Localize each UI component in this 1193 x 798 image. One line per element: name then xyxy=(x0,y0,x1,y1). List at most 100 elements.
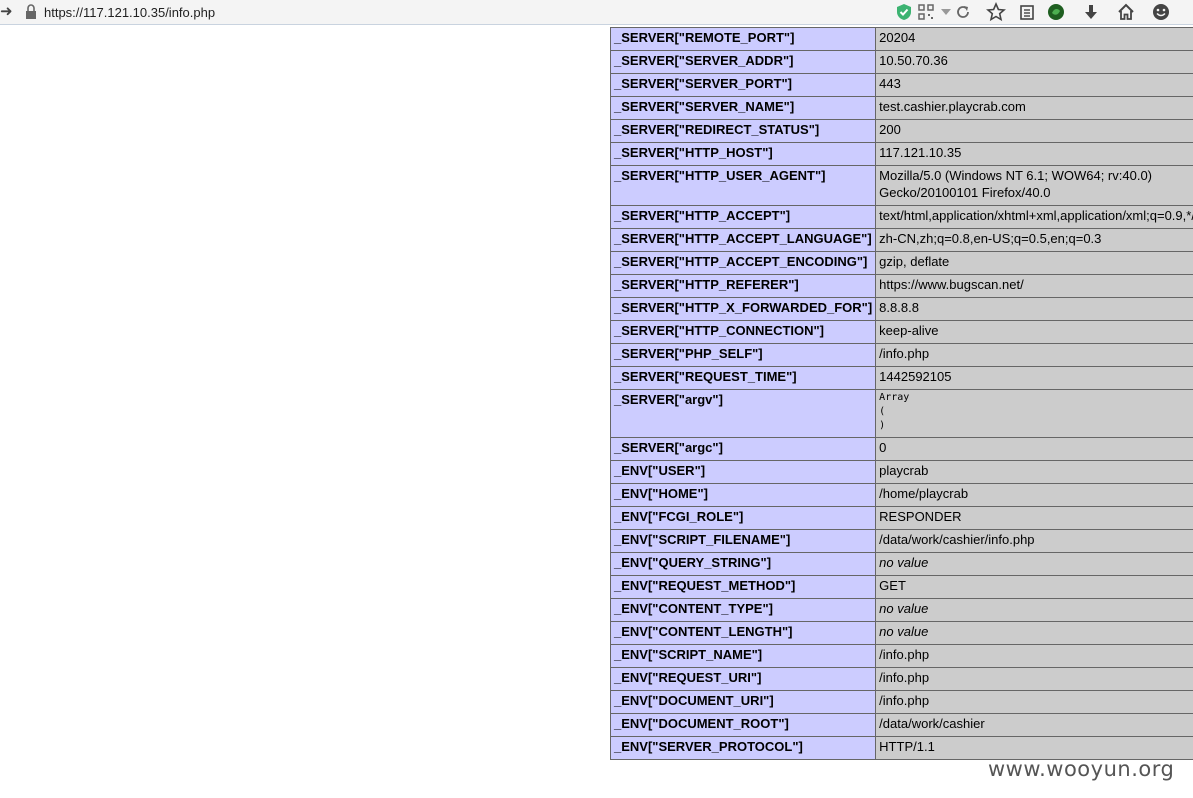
lock-icon xyxy=(26,4,36,19)
variable-value-cell: no value xyxy=(875,621,1193,645)
variable-name-cell: _SERVER["SERVER_PORT"] xyxy=(609,73,877,97)
table-body: _SERVER["REMOTE_PORT"] 20204 _SERVER["SERV… xyxy=(609,27,1193,760)
table-row: _ENV["DOCUMENT_URI"]/info.php xyxy=(609,690,1193,714)
table-row: _SERVER["SERVER_NAME"] test.cashier.playc… xyxy=(609,96,1193,120)
table-row: _ENV["FCGI_ROLE"] RESPONDER xyxy=(609,506,1193,530)
variable-name-cell: _ENV["HOME"] xyxy=(609,483,877,507)
variable-value-cell: playcrab xyxy=(875,460,1193,484)
back-icon[interactable]: ➜ xyxy=(0,3,13,21)
variable-name-cell: _SERVER["HTTP_X_FORWARDED_FOR"] xyxy=(609,297,877,321)
variable-name-cell: _ENV["DOCUMENT_URI"] xyxy=(609,690,877,714)
table-row: _SERVER["HTTP_ACCEPT_LANGUAGE"] zh-CN,zh;… xyxy=(609,228,1193,252)
green-addon-icon[interactable] xyxy=(1046,2,1066,22)
bookmark-star-icon[interactable] xyxy=(986,2,1006,22)
table-row: _SERVER["PHP_SELF"]/info.php xyxy=(609,343,1193,367)
table-row: _SERVER["REMOTE_PORT"] 20204 xyxy=(609,27,1193,51)
address-bar[interactable]: https://117.121.10.35/info.php xyxy=(44,5,215,20)
variable-value-cell: test.cashier.playcrab.com xyxy=(875,96,1193,120)
variable-value-cell: https://www.bugscan.net/ xyxy=(875,274,1193,298)
variable-value-cell: RESPONDER xyxy=(875,506,1193,530)
table-row: _ENV["USER"] playcrab xyxy=(609,460,1193,484)
variable-value-cell: /info.php xyxy=(875,690,1193,714)
variable-value-cell: /data/work/cashier xyxy=(875,713,1193,737)
variable-name-cell: _SERVER["SERVER_ADDR"] xyxy=(609,50,877,74)
variable-value-cell: text/html,application/xhtml+xml,applicat… xyxy=(875,205,1193,229)
variable-name-cell: _SERVER["HTTP_ACCEPT"] xyxy=(609,205,877,229)
table-row: _SERVER["SERVER_PORT"] 443 xyxy=(609,73,1193,97)
variable-value-cell: zh-CN,zh;q=0.8,en-US;q=0.5,en;q=0.3 xyxy=(875,228,1193,252)
phpinfo-variables-table: _SERVER["REMOTE_PORT"] 20204 _SERVER["SERV… xyxy=(609,27,1193,760)
variable-value-cell: keep-alive xyxy=(875,320,1193,344)
table-row: _ENV["QUERY_STRING"] no value xyxy=(609,552,1193,576)
variable-name-cell: _ENV["DOCUMENT_ROOT"] xyxy=(609,713,877,737)
variable-name-cell: _ENV["SCRIPT_NAME"] xyxy=(609,644,877,668)
variable-value-cell: gzip, deflate xyxy=(875,251,1193,275)
variable-value-cell: 117.121.10.35 xyxy=(875,142,1193,166)
variable-name-cell: _ENV["CONTENT_LENGTH"] xyxy=(609,621,877,645)
variable-value-cell: 10.50.70.36 xyxy=(875,50,1193,74)
variable-name-cell: _SERVER["argv"] xyxy=(609,389,877,438)
variable-name-cell: _SERVER["SERVER_NAME"] xyxy=(609,96,877,120)
variable-value-cell: /info.php xyxy=(875,343,1193,367)
variable-value-cell: GET xyxy=(875,575,1193,599)
reading-list-icon[interactable] xyxy=(1017,2,1037,22)
browser-toolbar: ➜ https://117.121.10.35/info.php xyxy=(0,0,1193,25)
table-row: _SERVER["HTTP_REFERER"] https://www.bugsc… xyxy=(609,274,1193,298)
variable-value-cell: no value xyxy=(875,598,1193,622)
table-row: _ENV["SCRIPT_NAME"]/info.php xyxy=(609,644,1193,668)
smiley-icon[interactable] xyxy=(1151,2,1171,22)
download-icon[interactable] xyxy=(1081,2,1101,22)
variable-name-cell: _SERVER["REQUEST_TIME"] xyxy=(609,366,877,390)
variable-value-cell: /info.php xyxy=(875,644,1193,668)
variable-name-cell: _SERVER["REMOTE_PORT"] xyxy=(609,27,877,51)
watermark: www.wooyun.org xyxy=(988,757,1175,781)
variable-name-cell: _ENV["SCRIPT_FILENAME"] xyxy=(609,529,877,553)
variable-value-cell: 1442592105 xyxy=(875,366,1193,390)
variable-name-cell: _SERVER["HTTP_REFERER"] xyxy=(609,274,877,298)
variable-value-cell: Mozilla/5.0 (Windows NT 6.1; WOW64; rv:4… xyxy=(875,165,1193,206)
variable-name-cell: _ENV["REQUEST_URI"] xyxy=(609,667,877,691)
home-icon[interactable] xyxy=(1116,2,1136,22)
variable-name-cell: _ENV["CONTENT_TYPE"] xyxy=(609,598,877,622)
table-row: _ENV["DOCUMENT_ROOT"]/data/work/cashier xyxy=(609,713,1193,737)
table-row: _ENV["SCRIPT_FILENAME"]/data/work/cashie… xyxy=(609,529,1193,553)
variable-name-cell: _ENV["FCGI_ROLE"] xyxy=(609,506,877,530)
table-row: _SERVER["REDIRECT_STATUS"] 200 xyxy=(609,119,1193,143)
table-row: _SERVER["SERVER_ADDR"] 10.50.70.36 xyxy=(609,50,1193,74)
variable-name-cell: _ENV["REQUEST_METHOD"] xyxy=(609,575,877,599)
shield-icon[interactable] xyxy=(894,2,914,22)
variable-name-cell: _ENV["QUERY_STRING"] xyxy=(609,552,877,576)
table-row: _SERVER["HTTP_USER_AGENT"] Mozilla/5.0 (W… xyxy=(609,165,1193,206)
table-row: _ENV["HOME"]/home/playcrab xyxy=(609,483,1193,507)
table-row: _SERVER["argc"] 0 xyxy=(609,437,1193,461)
reload-icon[interactable] xyxy=(953,2,973,22)
variable-value-cell: 8.8.8.8 xyxy=(875,297,1193,321)
variable-value-cell: /info.php xyxy=(875,667,1193,691)
variable-value-cell: /data/work/cashier/info.php xyxy=(875,529,1193,553)
variable-name-cell: _SERVER["REDIRECT_STATUS"] xyxy=(609,119,877,143)
table-row: _ENV["REQUEST_METHOD"] GET xyxy=(609,575,1193,599)
table-row: _SERVER["HTTP_CONNECTION"] keep-alive xyxy=(609,320,1193,344)
variable-name-cell: _SERVER["HTTP_HOST"] xyxy=(609,142,877,166)
table-row: _SERVER["HTTP_X_FORWARDED_FOR"] 8.8.8.8 xyxy=(609,297,1193,321)
variable-name-cell: _ENV["USER"] xyxy=(609,460,877,484)
qr-code-icon[interactable] xyxy=(916,2,936,22)
variable-value-cell: 0 xyxy=(875,437,1193,461)
table-row: _ENV["CONTENT_TYPE"] no value xyxy=(609,598,1193,622)
table-row: _ENV["REQUEST_URI"]/info.php xyxy=(609,667,1193,691)
variable-name-cell: _SERVER["argc"] xyxy=(609,437,877,461)
table-row: _SERVER["argv"] Array ( ) xyxy=(609,389,1193,438)
variable-name-cell: _SERVER["HTTP_ACCEPT_ENCODING"] xyxy=(609,251,877,275)
variable-name-cell: _ENV["SERVER_PROTOCOL"] xyxy=(609,736,877,760)
variable-name-cell: _SERVER["HTTP_ACCEPT_LANGUAGE"] xyxy=(609,228,877,252)
variable-name-cell: _SERVER["HTTP_CONNECTION"] xyxy=(609,320,877,344)
variable-name-cell: _SERVER["HTTP_USER_AGENT"] xyxy=(609,165,877,206)
table-row: _SERVER["HTTP_ACCEPT_ENCODING"] gzip, def… xyxy=(609,251,1193,275)
variable-value-cell: /home/playcrab xyxy=(875,483,1193,507)
variable-value-pre: Array ( ) xyxy=(879,392,910,431)
variable-value-cell: Array ( ) xyxy=(875,389,1193,438)
table-row: _SERVER["HTTP_HOST"] 117.121.10.35 xyxy=(609,142,1193,166)
table-row: _SERVER["HTTP_ACCEPT"] text/html,applicat… xyxy=(609,205,1193,229)
table-row: _SERVER["REQUEST_TIME"] 1442592105 xyxy=(609,366,1193,390)
variable-value-cell: no value xyxy=(875,552,1193,576)
